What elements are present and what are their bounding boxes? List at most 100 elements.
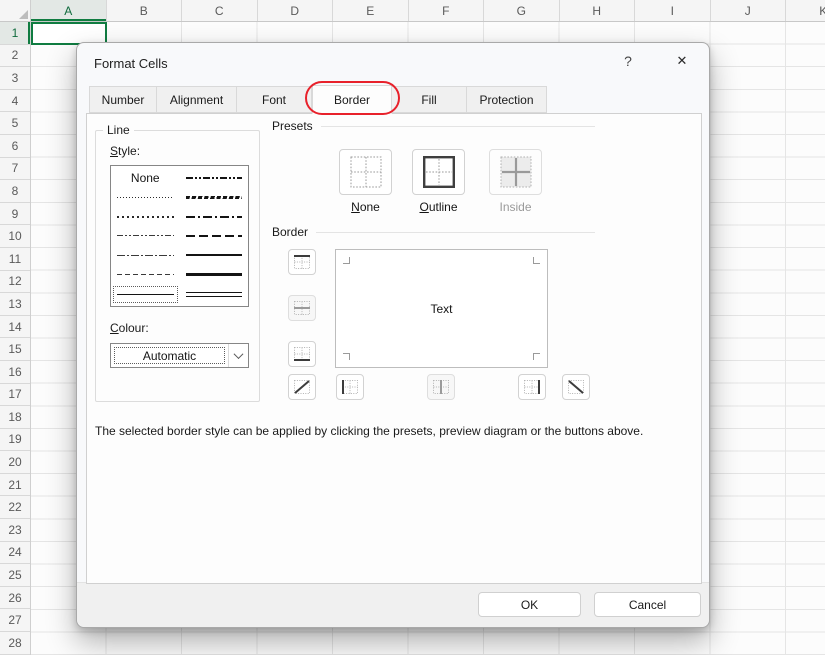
border-button-middle-v	[427, 374, 455, 400]
line-style-option-med-dash[interactable]	[181, 226, 248, 245]
select-all-triangle-icon	[19, 10, 28, 19]
column-header-j[interactable]: J	[711, 0, 787, 21]
row-header-13[interactable]: 13	[0, 293, 30, 316]
column-header-b[interactable]: B	[107, 0, 183, 21]
preset-button-inside	[489, 149, 542, 195]
preset-item-inside: Inside	[489, 149, 542, 214]
border-button-diag-up[interactable]	[288, 374, 316, 400]
tab-protection[interactable]: Protection	[467, 86, 547, 113]
preview-corner-mark	[533, 257, 540, 264]
row-header-24[interactable]: 24	[0, 542, 30, 565]
line-style-option-none[interactable]: None	[112, 168, 179, 187]
border-preview[interactable]: Text	[335, 249, 548, 368]
row-header-18[interactable]: 18	[0, 406, 30, 429]
preset-label-none: None	[339, 200, 392, 214]
tab-fill[interactable]: Fill	[392, 86, 467, 113]
help-icon[interactable]: ?	[618, 53, 638, 69]
row-header-19[interactable]: 19	[0, 429, 30, 452]
line-style-option-dash-dot-dot[interactable]	[112, 226, 179, 245]
line-style-option-med-solid[interactable]	[181, 246, 248, 265]
line-style-sample-fine-dot	[117, 197, 174, 198]
row-header-9[interactable]: 9	[0, 203, 30, 226]
row-header-8[interactable]: 8	[0, 180, 30, 203]
line-style-sample-double	[186, 292, 243, 297]
border-button-right[interactable]	[518, 374, 546, 400]
row-header-27[interactable]: 27	[0, 609, 30, 632]
row-header-5[interactable]: 5	[0, 112, 30, 135]
row-header-17[interactable]: 17	[0, 384, 30, 407]
row-header-20[interactable]: 20	[0, 451, 30, 474]
border-button-left[interactable]	[336, 374, 364, 400]
tab-number[interactable]: Number	[89, 86, 157, 113]
row-header-6[interactable]: 6	[0, 135, 30, 158]
line-style-option-thick-solid[interactable]	[181, 265, 248, 284]
presets-label: Presets	[272, 119, 313, 133]
line-style-option-med-dash-dot-dot[interactable]	[181, 168, 248, 187]
column-header-h[interactable]: H	[560, 0, 636, 21]
row-header-12[interactable]: 12	[0, 271, 30, 294]
line-style-option-dash[interactable]	[112, 265, 179, 284]
border-button-bottom[interactable]	[288, 341, 316, 367]
row-header-25[interactable]: 25	[0, 564, 30, 587]
preview-text: Text	[336, 302, 547, 316]
row-header-11[interactable]: 11	[0, 248, 30, 271]
chevron-down-icon[interactable]	[228, 344, 248, 367]
preview-corner-mark	[533, 353, 540, 360]
row-header-3[interactable]: 3	[0, 67, 30, 90]
line-style-listbox[interactable]: None	[110, 165, 249, 307]
close-icon[interactable]: ✕	[671, 53, 693, 69]
column-header-d[interactable]: D	[258, 0, 334, 21]
row-header-21[interactable]: 21	[0, 474, 30, 497]
line-style-option-dash-dot[interactable]	[112, 246, 179, 265]
tab-border[interactable]: Border	[312, 85, 392, 114]
line-style-sample-dash-dot	[117, 255, 174, 256]
row-header-26[interactable]: 26	[0, 587, 30, 610]
row-header-16[interactable]: 16	[0, 361, 30, 384]
row-header-7[interactable]: 7	[0, 158, 30, 181]
border-button-middle-h	[288, 295, 316, 321]
row-header-2[interactable]: 2	[0, 45, 30, 68]
border-right-icon	[523, 379, 541, 395]
presets-section-header: Presets	[272, 119, 595, 133]
style-label: Style:	[110, 144, 140, 158]
row-header-14[interactable]: 14	[0, 316, 30, 339]
line-style-option-med-dash-dot[interactable]	[181, 207, 248, 226]
column-header-f[interactable]: F	[409, 0, 485, 21]
colour-value: Automatic	[113, 346, 226, 365]
line-style-option-fine-dot[interactable]	[112, 187, 179, 206]
border-button-diag-down[interactable]	[562, 374, 590, 400]
cancel-button[interactable]: Cancel	[594, 592, 701, 617]
line-style-option-thin-solid[interactable]	[112, 285, 179, 304]
line-style-option-dot[interactable]	[112, 207, 179, 226]
preset-button-outline[interactable]	[412, 149, 465, 195]
column-header-i[interactable]: I	[635, 0, 711, 21]
row-header-4[interactable]: 4	[0, 90, 30, 113]
border-top-icon	[293, 254, 311, 270]
preset-button-none[interactable]	[339, 149, 392, 195]
line-style-sample-med-dash	[186, 235, 243, 237]
row-header-15[interactable]: 15	[0, 338, 30, 361]
tab-font[interactable]: Font	[237, 86, 312, 113]
dialog-footer: OK Cancel	[77, 582, 709, 627]
row-header-23[interactable]: 23	[0, 519, 30, 542]
colour-dropdown[interactable]: Automatic	[110, 343, 249, 368]
preset-label-inside: Inside	[489, 200, 542, 214]
border-left-icon	[341, 379, 359, 395]
column-header-k[interactable]: K	[786, 0, 825, 21]
row-header-28[interactable]: 28	[0, 632, 30, 655]
row-header-10[interactable]: 10	[0, 225, 30, 248]
ok-button[interactable]: OK	[478, 592, 581, 617]
column-header-e[interactable]: E	[333, 0, 409, 21]
select-all-corner[interactable]	[0, 0, 31, 21]
row-header-1[interactable]: 1	[0, 22, 30, 45]
preset-none-icon	[349, 155, 383, 189]
line-style-option-double[interactable]	[181, 285, 248, 304]
column-header-c[interactable]: C	[182, 0, 258, 21]
row-header-22[interactable]: 22	[0, 496, 30, 519]
help-note: The selected border style can be applied…	[95, 424, 695, 438]
tab-alignment[interactable]: Alignment	[157, 86, 237, 113]
border-button-top[interactable]	[288, 249, 316, 275]
column-header-a[interactable]: A	[31, 0, 107, 21]
line-style-option-slant-dash[interactable]	[181, 187, 248, 206]
column-header-g[interactable]: G	[484, 0, 560, 21]
